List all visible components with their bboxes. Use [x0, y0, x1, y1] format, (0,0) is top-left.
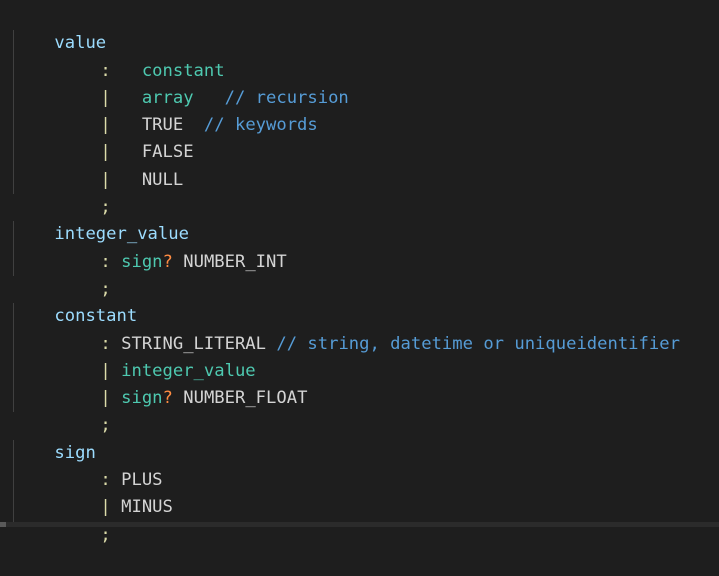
- scrollbar-thumb[interactable]: [0, 522, 6, 527]
- code-line[interactable]: value: [13, 3, 106, 53]
- code-line[interactable]: ;: [59, 167, 110, 217]
- code-line[interactable]: ;: [59, 249, 110, 299]
- code-line[interactable]: integer_value: [13, 194, 189, 244]
- rule-reference: sign: [121, 251, 163, 272]
- code-comment: // string, datetime or uniqueidentifier: [276, 333, 680, 354]
- code-line[interactable]: : constant: [59, 30, 224, 81]
- code-line[interactable]: ;: [59, 494, 110, 545]
- rule-terminator: ;: [100, 415, 111, 436]
- code-line[interactable]: constant: [13, 276, 137, 326]
- code-line[interactable]: sign: [13, 413, 95, 463]
- horizontal-scrollbar[interactable]: [0, 522, 719, 527]
- code-line[interactable]: | integer_value: [59, 331, 255, 381]
- code-comment: // keywords: [203, 115, 318, 136]
- terminal-token: NUMBER_FLOAT: [183, 388, 308, 409]
- terminal-token: NUMBER_INT: [183, 251, 287, 272]
- code-editor[interactable]: value : constant | array // recursion | …: [0, 3, 719, 545]
- terminal-token: MINUS: [121, 497, 173, 518]
- terminal-token: NULL: [141, 169, 184, 190]
- code-line[interactable]: | TRUE // keywords: [59, 85, 317, 135]
- rule-terminator: ;: [100, 524, 111, 545]
- code-line[interactable]: ;: [59, 385, 110, 435]
- code-line[interactable]: | MINUS: [59, 467, 172, 517]
- code-line[interactable]: | NULL: [59, 140, 183, 190]
- code-line[interactable]: : sign? NUMBER_INT: [59, 221, 286, 272]
- optional-operator: ?: [162, 388, 173, 409]
- code-line[interactable]: | sign? NUMBER_FLOAT: [59, 358, 307, 408]
- rule-reference: sign: [121, 388, 163, 409]
- code-line[interactable]: | FALSE: [59, 112, 193, 162]
- code-line[interactable]: | array // recursion: [59, 58, 348, 108]
- code-line[interactable]: : STRING_LITERAL // string, datetime or …: [59, 303, 680, 354]
- code-line[interactable]: : PLUS: [59, 440, 162, 490]
- optional-operator: ?: [162, 251, 173, 272]
